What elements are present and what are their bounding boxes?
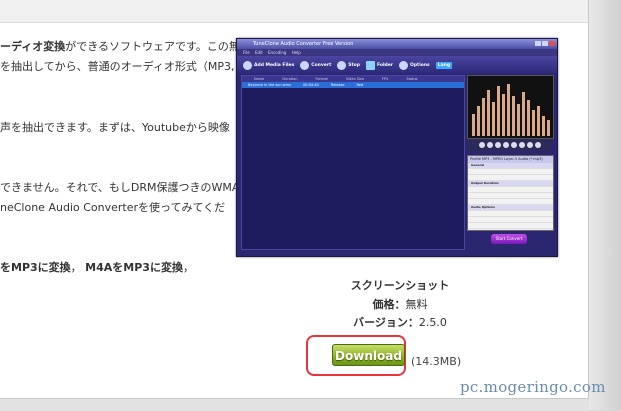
app-menu-bar: File Edit Encoding Help <box>237 49 557 56</box>
site-watermark: pc.mogeringo.com <box>460 378 606 396</box>
app-properties-panel: Profile MP3 - MPEG Layer-3 Audio (*.mp3)… <box>467 155 554 231</box>
folder-icon <box>365 60 375 70</box>
app-toolbar-stop: Stop <box>337 60 360 70</box>
top-strip <box>0 0 588 23</box>
app-spectrum-visualizer <box>467 75 554 139</box>
app-toolbar: Add Media Files Convert Stop Folder Opti… <box>237 56 557 74</box>
download-button[interactable]: Download <box>332 344 405 366</box>
version-info: バージョン：2.5.0 <box>320 314 480 330</box>
bottom-strip <box>0 398 589 411</box>
window-controls-icon <box>535 41 555 46</box>
prev-icon <box>478 142 485 148</box>
app-toolbar-folder: Folder <box>365 60 393 70</box>
article-line-3: 声を抽出できます。まずは、Youtubeから映像 <box>0 121 230 134</box>
article-bold-term: ーディオ変換 <box>0 40 66 53</box>
screenshot-caption: スクリーンショット <box>350 279 450 292</box>
app-toolbar-convert: Convert <box>300 60 331 70</box>
rewind-icon <box>486 142 493 148</box>
convert-icon <box>300 60 310 70</box>
price-value: 無料 <box>405 298 428 311</box>
spectrum-bars-icon <box>472 84 550 136</box>
article-line-2: を抽出してから、普通のオーディオ形式（MP3, <box>0 60 235 73</box>
app-screenshot[interactable]: TuneClone Audio Converter Free Version F… <box>236 38 558 257</box>
article-line-4: できません。それで、もしDRM保護つきのWMAと <box>0 181 251 194</box>
version-value: 2.5.0 <box>418 316 447 329</box>
version-label: バージョン： <box>353 316 419 329</box>
add-icon <box>243 60 252 70</box>
app-toolbar-options: Options <box>399 60 430 70</box>
lang-badge: Lang <box>435 61 453 69</box>
article-line-6: をMP3に変換， M4AをMP3に変換， <box>0 261 194 274</box>
app-file-list: Name Duration Format Video Size FPS Stat… <box>241 75 465 250</box>
stop-icon <box>510 142 517 148</box>
stop-icon <box>337 60 347 70</box>
app-list-row: Beyonce in the sun.wmv 00:04:40 Release … <box>242 82 464 88</box>
gear-icon <box>399 60 408 70</box>
article-bold-term: M4AをMP3に変換 <box>85 261 183 274</box>
price-label: 価格： <box>372 298 406 311</box>
forward-icon <box>518 142 525 148</box>
article-line-1: ーディオ変換ができるソフトウェアです。この無料 <box>0 40 251 54</box>
article-line-5: neClone Audio Converterを使ってみてくだ <box>0 201 226 214</box>
file-size: (14.3MB) <box>411 355 462 368</box>
app-player-controls <box>467 139 552 151</box>
pause-icon <box>502 142 509 148</box>
price-info: 価格：無料 <box>320 296 480 312</box>
article-text: ができるソフトウェアです。この無料 <box>65 40 251 53</box>
play-icon <box>494 142 501 148</box>
volume-icon <box>534 142 541 148</box>
page-scroll-margin <box>589 0 621 410</box>
next-icon <box>526 142 533 148</box>
app-toolbar-add: Add Media Files <box>243 60 294 70</box>
app-title-bar: TuneClone Audio Converter Free Version <box>237 39 557 49</box>
article-bold-term: をMP3に変換 <box>0 261 71 274</box>
app-start-convert-button: Start Convert <box>491 234 527 244</box>
